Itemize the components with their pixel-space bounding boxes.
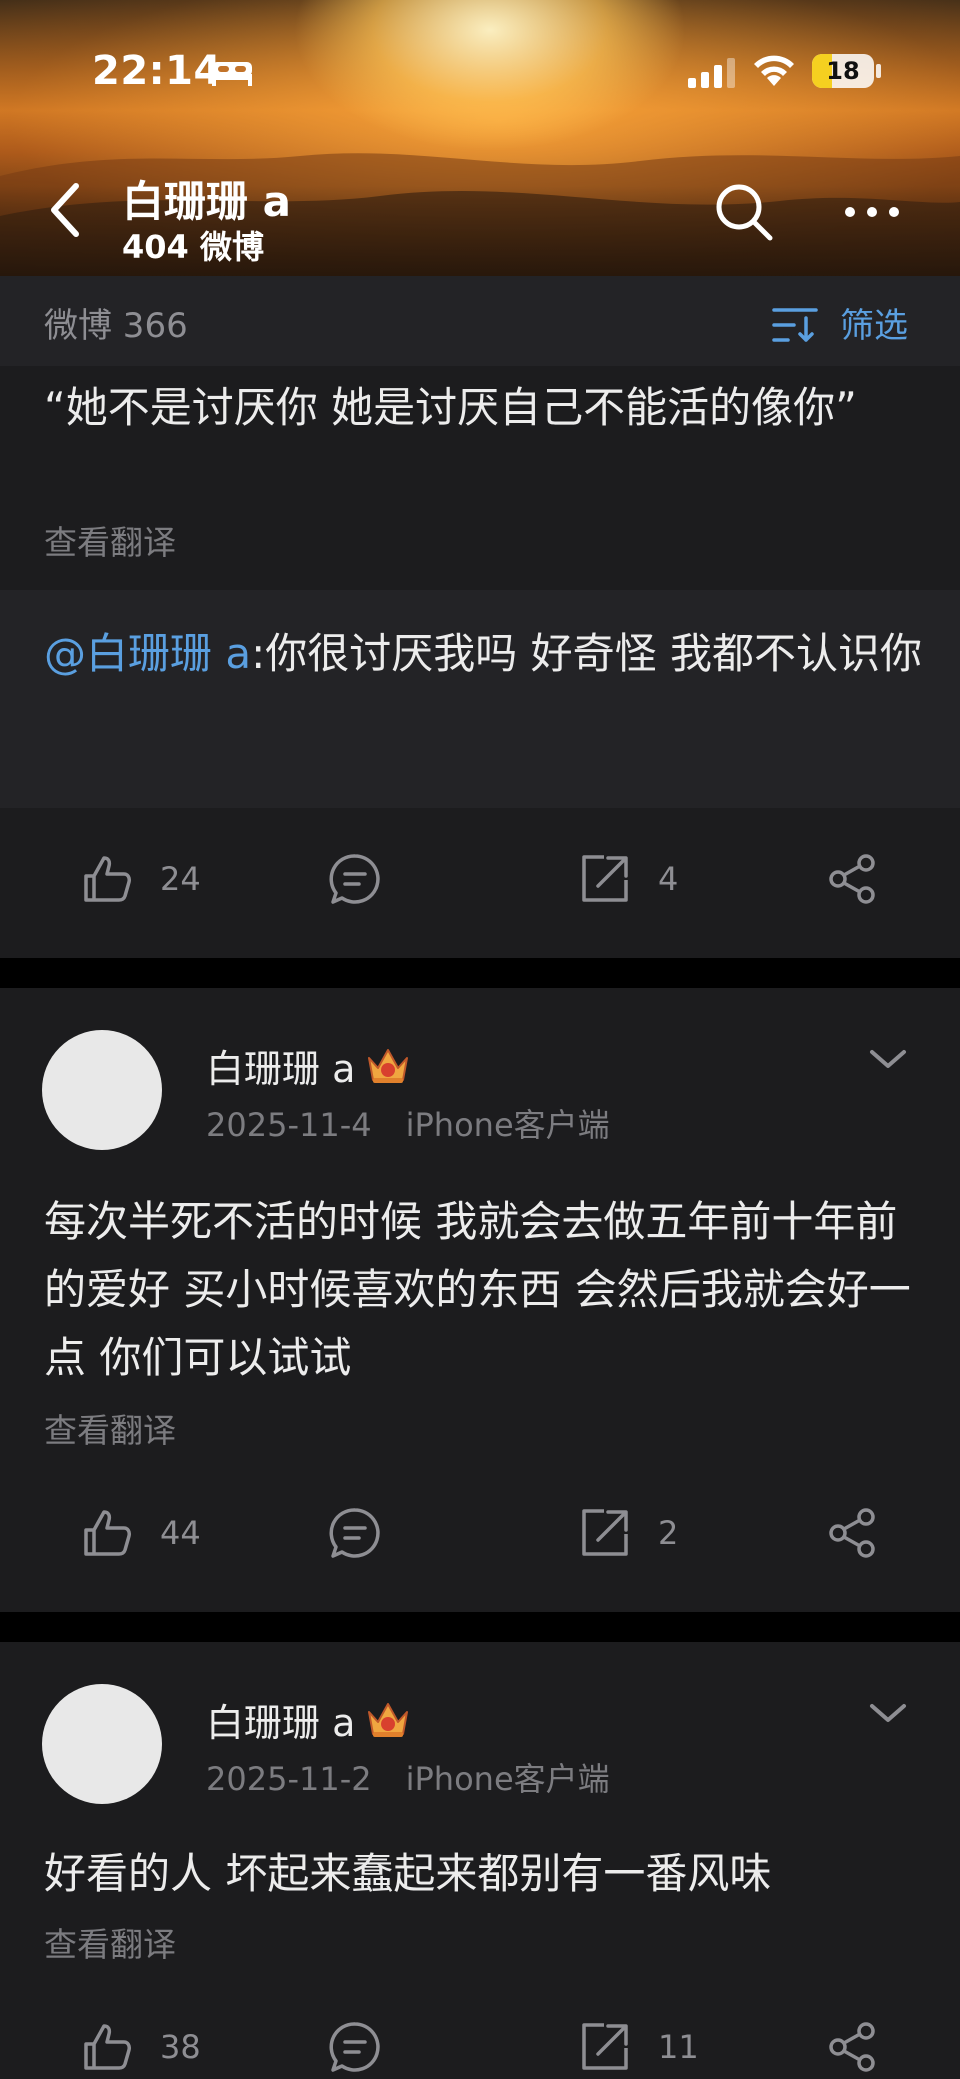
repost-button[interactable]: 2 <box>578 1498 678 1568</box>
repost-button[interactable]: 4 <box>578 844 678 914</box>
repost-icon <box>582 1509 628 1556</box>
author-row[interactable]: 白珊珊 a <box>206 1692 411 1747</box>
repost-count: 11 <box>658 2028 699 2066</box>
like-count: 44 <box>160 1514 201 1552</box>
share-icon <box>829 2022 875 2072</box>
comment-icon <box>329 1508 380 1558</box>
like-button[interactable]: 24 <box>80 844 201 914</box>
post-text: 好看的人 坏起来蠢起来都别有一番风味 <box>44 1849 772 1898</box>
quoted-post[interactable]: @白珊珊 a:你很讨厌我吗 好奇怪 我都不认识你 <box>0 590 960 808</box>
status-time: 22:14 <box>92 48 222 94</box>
comment-icon <box>329 2022 380 2072</box>
repost-count: 2 <box>658 1514 679 1552</box>
share-button[interactable] <box>826 2012 880 2079</box>
crown-badge-icon <box>368 1702 409 1737</box>
filter-icon[interactable] <box>772 306 818 344</box>
more-icon[interactable] <box>842 202 902 222</box>
profile-header-banner: 22:14 18 白珊珊 a 404 微博 <box>0 0 960 276</box>
post-date: 2025-11-4 <box>206 1106 372 1144</box>
wifi-icon <box>754 55 794 86</box>
like-icon <box>84 2024 131 2070</box>
comment-button[interactable] <box>328 2012 382 2079</box>
like-button[interactable]: 38 <box>80 2012 201 2079</box>
post-source: iPhone客户端 <box>405 1106 610 1144</box>
status-bar: 22:14 18 <box>0 0 960 140</box>
nav-bar: 白珊珊 a 404 微博 <box>0 160 960 270</box>
post-date: 2025-11-2 <box>206 1760 372 1798</box>
post-count-label: 微博 366 <box>44 306 188 346</box>
comment-icon <box>329 854 380 904</box>
translate-link[interactable]: 查看翻译 <box>44 516 176 564</box>
share-icon <box>829 1508 875 1558</box>
post-actions: 38 11 <box>0 2012 960 2079</box>
cellular-signal-icon <box>688 58 735 88</box>
quoted-text: @白珊珊 a:你很讨厌我吗 好奇怪 我都不认识你 <box>44 629 922 678</box>
like-button[interactable]: 44 <box>80 1498 201 1568</box>
author-row[interactable]: 白珊珊 a <box>206 1038 411 1093</box>
battery-level: 18 <box>826 57 860 85</box>
post-text: 每次半死不活的时候 我就会去做五年前十年前的爱好 买小时候喜欢的东西 会然后我就… <box>44 1197 911 1382</box>
chevron-down-icon[interactable] <box>866 1698 910 1728</box>
post-meta: 2025-11-4 iPhone客户端 <box>206 1100 610 1146</box>
back-icon[interactable] <box>46 180 86 240</box>
comment-button[interactable] <box>328 1498 382 1568</box>
translate-link[interactable]: 查看翻译 <box>44 1404 176 1452</box>
post-actions: 24 4 <box>0 844 960 914</box>
like-count: 24 <box>160 860 201 898</box>
avatar[interactable] <box>42 1684 162 1804</box>
profile-subtitle: 404 微博 <box>122 228 264 266</box>
comment-button[interactable] <box>328 844 382 914</box>
battery-indicator: 18 <box>812 54 874 88</box>
like-icon <box>84 856 131 902</box>
post-meta: 2025-11-2 iPhone客户端 <box>206 1754 610 1800</box>
author-name: 白珊珊 a <box>206 1047 356 1091</box>
translate-link[interactable]: 查看翻译 <box>44 1918 176 1966</box>
filter-bar: 微博 366 筛选 <box>0 276 960 366</box>
share-button[interactable] <box>826 1498 880 1568</box>
share-icon <box>829 854 875 904</box>
repost-icon <box>582 855 628 902</box>
repost-button[interactable]: 11 <box>578 2012 699 2079</box>
search-icon[interactable] <box>712 180 776 244</box>
post-card[interactable]: 白珊珊 a 2025-11-2 iPhone客户端 好看的人 坏起来蠢起来都别有一… <box>0 1642 960 2079</box>
crown-badge-icon <box>368 1048 409 1083</box>
like-icon <box>84 1510 131 1556</box>
sleep-focus-icon <box>212 62 252 86</box>
post-actions: 44 2 <box>0 1498 960 1568</box>
repost-count: 4 <box>658 860 679 898</box>
like-count: 38 <box>160 2028 201 2066</box>
filter-button[interactable]: 筛选 <box>840 298 908 347</box>
mention-link[interactable]: @白珊珊 a <box>44 629 251 678</box>
post-text: “她不是讨厌你 她是讨厌自己不能活的像你” <box>44 383 857 432</box>
post-card[interactable]: “她不是讨厌你 她是讨厌自己不能活的像你” 查看翻译 @白珊珊 a:你很讨厌我吗… <box>0 366 960 958</box>
author-name: 白珊珊 a <box>206 1701 356 1745</box>
avatar[interactable] <box>42 1030 162 1150</box>
post-card[interactable]: 白珊珊 a 2025-11-4 iPhone客户端 每次半死不活的时候 我就会去做… <box>0 988 960 1612</box>
chevron-down-icon[interactable] <box>866 1044 910 1074</box>
share-button[interactable] <box>826 844 880 914</box>
profile-name: 白珊珊 a <box>122 177 291 226</box>
repost-icon <box>582 2023 628 2070</box>
post-source: iPhone客户端 <box>405 1760 610 1798</box>
